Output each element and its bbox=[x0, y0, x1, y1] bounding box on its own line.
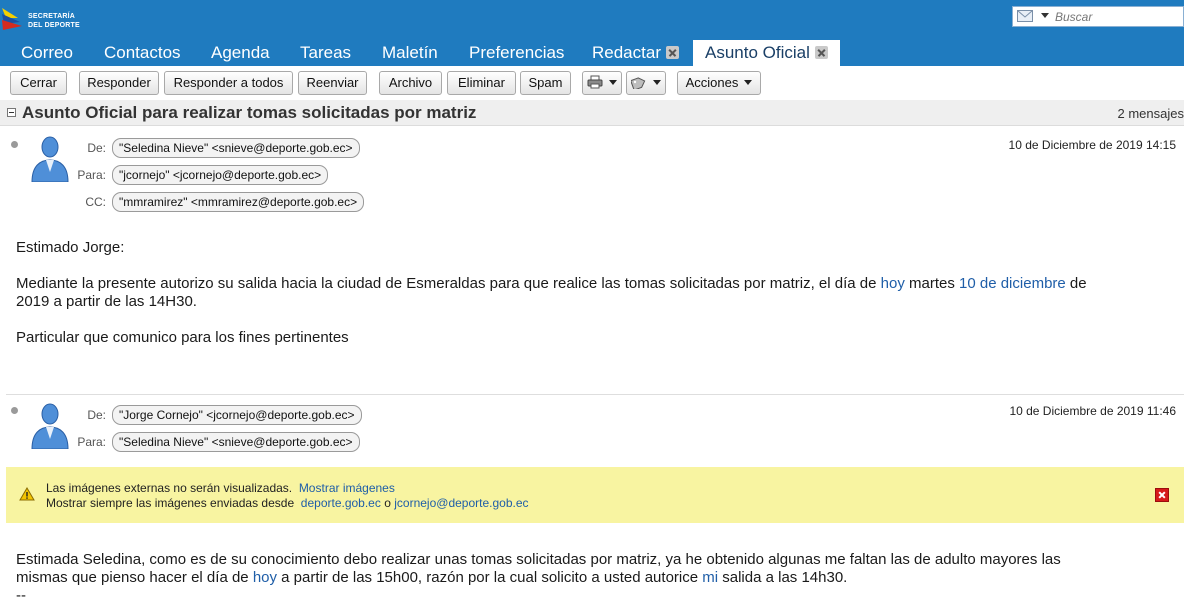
actions-label: Acciones bbox=[685, 75, 739, 90]
text-segment: Mediante la presente autorizo su salida … bbox=[16, 275, 881, 292]
tab-label: Maletín bbox=[382, 43, 438, 62]
close-tab-icon[interactable] bbox=[814, 46, 828, 59]
warning-icon bbox=[19, 487, 35, 501]
archive-button[interactable]: Archivo bbox=[379, 71, 442, 95]
to-address[interactable]: "jcornejo" <jcornejo@deporte.gob.ec> bbox=[112, 165, 329, 185]
tab-label: Correo bbox=[21, 43, 73, 62]
message-date: 10 de Diciembre de 2019 11:46 bbox=[1009, 404, 1176, 418]
chevron-down-icon bbox=[609, 80, 617, 85]
tab-redactar[interactable]: Redactar bbox=[592, 40, 679, 66]
actions-menu-button[interactable]: Acciones bbox=[677, 71, 761, 95]
cc-label: CC: bbox=[85, 195, 106, 209]
spam-button[interactable]: Spam bbox=[520, 71, 571, 95]
tab-correo[interactable]: Correo bbox=[21, 40, 73, 66]
delete-button[interactable]: Eliminar bbox=[447, 71, 516, 95]
conversation-header: Asunto Oficial para realizar tomas solic… bbox=[0, 100, 1184, 126]
tab-label: Contactos bbox=[104, 43, 181, 62]
text-segment: mismas que pienso hacer el día de bbox=[16, 569, 253, 586]
envelope-icon bbox=[1017, 10, 1033, 22]
always-show-sender-link[interactable]: jcornejo@deporte.gob.ec bbox=[394, 496, 528, 510]
to-label: Para: bbox=[77, 435, 106, 449]
cc-address[interactable]: "mmramirez" <mmramirez@deporte.gob.ec> bbox=[112, 192, 365, 212]
message-paragraph-line2: 2019 a partir de las 14H30. bbox=[16, 293, 197, 310]
tab-contactos[interactable]: Contactos bbox=[104, 40, 181, 66]
tab-label: Preferencias bbox=[469, 43, 565, 62]
tab-label: Asunto Oficial bbox=[705, 43, 810, 62]
message-date: 10 de Diciembre de 2019 14:15 bbox=[1008, 138, 1176, 152]
chevron-down-icon bbox=[744, 80, 753, 85]
chevron-down-icon bbox=[653, 80, 661, 85]
tab-asunto-oficial[interactable]: Asunto Oficial bbox=[693, 40, 840, 66]
close-button[interactable]: Cerrar bbox=[10, 71, 67, 95]
message-item: De: "Seledina Nieve" <snieve@deporte.gob… bbox=[0, 128, 1184, 394]
warning-line2: Mostrar siempre las imágenes enviadas de… bbox=[46, 496, 529, 510]
external-images-warning: Las imágenes externas no serán visualiza… bbox=[6, 467, 1184, 523]
text-segment: a partir de las 15h00, razón por la cual… bbox=[277, 569, 703, 586]
logo-line2: DEL DEPORTE bbox=[28, 22, 80, 29]
collapse-icon[interactable] bbox=[7, 108, 16, 117]
text-segment: salida a las 14h30. bbox=[718, 569, 848, 586]
forward-button[interactable]: Reenviar bbox=[298, 71, 367, 95]
warning-or: o bbox=[384, 496, 391, 510]
tab-label: Agenda bbox=[211, 43, 270, 62]
secretaria-logo[interactable]: SECRETARÍA DEL DEPORTE bbox=[0, 4, 90, 34]
message-closing: Particular que comunico para los fines p… bbox=[16, 329, 349, 346]
tag-menu-button[interactable] bbox=[626, 71, 666, 95]
read-status-dot[interactable] bbox=[11, 407, 18, 414]
tab-agenda[interactable]: Agenda bbox=[211, 40, 270, 66]
search-type-dropdown-icon[interactable] bbox=[1041, 13, 1049, 18]
text-segment: de bbox=[1065, 275, 1087, 292]
warning-line1: Las imágenes externas no serán visualiza… bbox=[46, 481, 395, 495]
logo-text: SECRETARÍA DEL DEPORTE bbox=[28, 12, 80, 30]
message-count: 2 mensajes bbox=[1117, 106, 1184, 121]
date-link[interactable]: 10 de diciembre bbox=[959, 275, 1066, 292]
close-icon[interactable] bbox=[1155, 488, 1169, 502]
search-input[interactable] bbox=[1055, 9, 1181, 24]
reply-all-button[interactable]: Responder a todos bbox=[164, 71, 293, 95]
tab-label: Redactar bbox=[592, 43, 661, 62]
to-label: Para: bbox=[77, 168, 106, 182]
warning-message: Las imágenes externas no serán visualiza… bbox=[46, 481, 293, 495]
logo-line1: SECRETARÍA bbox=[28, 13, 75, 20]
tab-maletin[interactable]: Maletín bbox=[382, 40, 438, 66]
tab-label: Tareas bbox=[300, 43, 352, 62]
tag-icon bbox=[631, 77, 646, 89]
close-tab-icon[interactable] bbox=[665, 46, 679, 59]
signature-separator: -- bbox=[16, 587, 26, 604]
from-address[interactable]: "Jorge Cornejo" <jcornejo@deporte.gob.ec… bbox=[112, 405, 362, 425]
from-label: De: bbox=[87, 141, 106, 155]
top-header: SECRETARÍA DEL DEPORTE bbox=[0, 0, 1184, 40]
printer-icon bbox=[587, 75, 603, 89]
text-segment: martes bbox=[904, 275, 960, 292]
message-body-line2: mismas que pienso hacer el día de hoy a … bbox=[16, 569, 847, 587]
show-images-link[interactable]: Mostrar imágenes bbox=[299, 481, 395, 495]
detected-link[interactable]: mi bbox=[702, 569, 718, 586]
message-toolbar: Cerrar Responder Responder a todos Reenv… bbox=[0, 66, 1184, 100]
message-greeting: Estimado Jorge: bbox=[16, 239, 125, 256]
warning-message: Mostrar siempre las imágenes enviadas de… bbox=[46, 496, 295, 510]
tab-tareas[interactable]: Tareas bbox=[300, 40, 351, 66]
reply-button[interactable]: Responder bbox=[79, 71, 159, 95]
date-link[interactable]: hoy bbox=[253, 569, 277, 586]
to-address[interactable]: "Seledina Nieve" <snieve@deporte.gob.ec> bbox=[112, 432, 360, 452]
message-paragraph: Mediante la presente autorizo su salida … bbox=[16, 275, 1087, 293]
conversation-subject: Asunto Oficial para realizar tomas solic… bbox=[22, 103, 477, 122]
date-link[interactable]: hoy bbox=[881, 275, 905, 292]
always-show-domain-link[interactable]: deporte.gob.ec bbox=[301, 496, 381, 510]
search-box[interactable] bbox=[1012, 6, 1184, 27]
from-label: De: bbox=[87, 408, 106, 422]
message-item: De: "Jorge Cornejo" <jcornejo@deporte.go… bbox=[0, 395, 1184, 465]
message-body-line1: Estimada Seledina, como es de su conocim… bbox=[16, 551, 1061, 568]
print-menu-button[interactable] bbox=[582, 71, 622, 95]
from-address[interactable]: "Seledina Nieve" <snieve@deporte.gob.ec> bbox=[112, 138, 360, 158]
logo-emblem-icon bbox=[2, 8, 22, 30]
app-tabs: Correo Contactos Agenda Tareas Maletín P… bbox=[0, 40, 1184, 66]
read-status-dot[interactable] bbox=[11, 141, 18, 148]
tab-preferencias[interactable]: Preferencias bbox=[469, 40, 564, 66]
